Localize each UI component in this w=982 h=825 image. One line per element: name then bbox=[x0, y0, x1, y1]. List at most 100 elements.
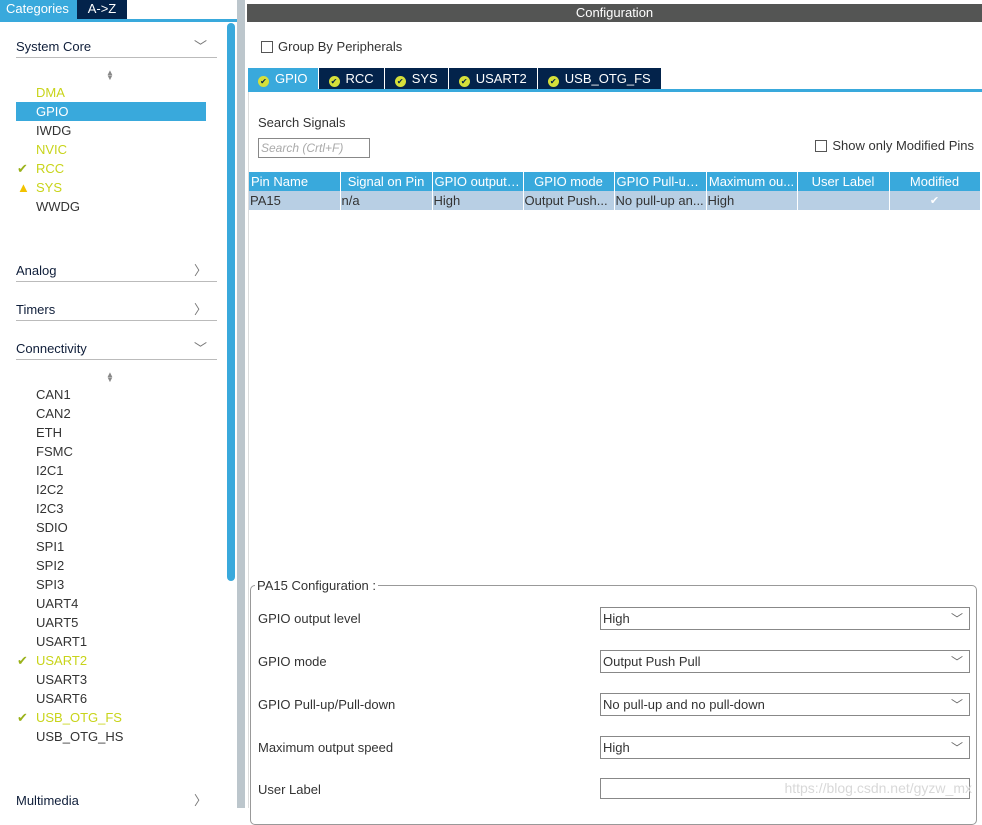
splitter[interactable] bbox=[237, 0, 245, 808]
sidebar-item-i2c2[interactable]: I2C2 bbox=[16, 480, 206, 499]
sidebar-item-can2[interactable]: CAN2 bbox=[16, 404, 206, 423]
sidebar-item-eth[interactable]: ETH bbox=[16, 423, 206, 442]
sidebar-item-label: I2C2 bbox=[36, 482, 64, 497]
sidebar-item-gpio[interactable]: GPIO bbox=[16, 102, 206, 121]
sidebar-item-iwdg[interactable]: IWDG bbox=[16, 121, 206, 140]
sidebar-item-nvic[interactable]: NVIC bbox=[16, 140, 206, 159]
sidebar-item-fsmc[interactable]: FSMC bbox=[16, 442, 206, 461]
table-cell bbox=[797, 191, 890, 210]
tab-sys[interactable]: ✔ SYS bbox=[384, 68, 449, 89]
chevron-down-icon: ﹀ bbox=[950, 741, 963, 755]
sidebar-item-label: SPI3 bbox=[36, 577, 65, 592]
section-system-core[interactable]: System Core ﹀ bbox=[16, 34, 217, 58]
section-label: Multimedia bbox=[16, 793, 79, 808]
check-icon: ✔ bbox=[17, 653, 28, 668]
section-analog[interactable]: Analog 〉 bbox=[16, 258, 217, 282]
sort-icon[interactable]: ▲ ▼ bbox=[106, 371, 114, 384]
pin-config-legend: PA15 Configuration : bbox=[255, 578, 378, 593]
column-header[interactable]: GPIO mode bbox=[523, 172, 615, 191]
tab-usb_otg_fs[interactable]: ✔ USB_OTG_FS bbox=[537, 68, 662, 89]
tab-usart2[interactable]: ✔ USART2 bbox=[448, 68, 538, 89]
sidebar-item-uart4[interactable]: UART4 bbox=[16, 594, 206, 613]
column-header[interactable]: Signal on Pin bbox=[340, 172, 433, 191]
sidebar-item-i2c1[interactable]: I2C1 bbox=[16, 461, 206, 480]
watermark: https://blog.csdn.net/gyzw_mx bbox=[784, 780, 972, 796]
section-label: Timers bbox=[16, 302, 56, 317]
sidebar-item-sys[interactable]: ▲ SYS bbox=[16, 178, 206, 197]
field-label: GPIO mode bbox=[258, 654, 327, 669]
sidebar-item-label: IWDG bbox=[36, 123, 72, 138]
gpio-output-level-select[interactable]: High ﹀ bbox=[600, 607, 970, 630]
sidebar-item-label: I2C1 bbox=[36, 463, 64, 478]
tab-a-z[interactable]: A->Z bbox=[77, 0, 127, 19]
configuration-title: Configuration bbox=[247, 4, 982, 22]
sidebar-item-label: ETH bbox=[36, 425, 62, 440]
field-label: GPIO output level bbox=[258, 611, 361, 626]
column-header[interactable]: User Label bbox=[797, 172, 890, 191]
chevron-right-icon: 〉 bbox=[193, 263, 207, 278]
section-label: Analog bbox=[16, 263, 57, 278]
sort-icon[interactable]: ▲ ▼ bbox=[106, 69, 114, 82]
sidebar-item-uart5[interactable]: UART5 bbox=[16, 613, 206, 632]
field-value: No pull-up and no pull-down bbox=[603, 697, 765, 712]
tab-rcc[interactable]: ✔ RCC bbox=[318, 68, 385, 89]
checkbox-label: Group By Peripherals bbox=[278, 39, 403, 54]
chevron-down-icon: ﹀ bbox=[950, 612, 963, 626]
sidebar-item-usart6[interactable]: USART6 bbox=[16, 689, 206, 708]
modified-checkbox[interactable]: ✔ bbox=[889, 191, 981, 210]
sidebar-item-usart3[interactable]: USART3 bbox=[16, 670, 206, 689]
gpio-mode-select[interactable]: Output Push Pull ﹀ bbox=[600, 650, 970, 673]
column-header[interactable]: GPIO Pull-up... bbox=[614, 172, 707, 191]
sidebar-item-label: CAN2 bbox=[36, 406, 71, 421]
tab-gpio[interactable]: ✔ GPIO bbox=[248, 68, 319, 89]
sidebar-item-usb_otg_fs[interactable]: ✔ USB_OTG_FS bbox=[16, 708, 206, 727]
table-cell: High bbox=[706, 191, 798, 210]
check-circle-icon: ✔ bbox=[258, 76, 269, 87]
section-label: System Core bbox=[16, 39, 92, 54]
field-label: User Label bbox=[258, 782, 321, 797]
show-only-modified-checkbox[interactable]: Show only Modified Pins bbox=[815, 138, 974, 153]
search-input[interactable]: Search (Crtl+F) bbox=[258, 138, 370, 158]
sidebar-item-dma[interactable]: DMA bbox=[16, 83, 206, 102]
checkbox-icon bbox=[815, 140, 828, 152]
gpio-pull-up-pull-down-select[interactable]: No pull-up and no pull-down ﹀ bbox=[600, 693, 970, 716]
column-header[interactable]: Pin Name bbox=[249, 172, 341, 191]
sidebar-item-usart2[interactable]: ✔ USART2 bbox=[16, 651, 206, 670]
group-by-peripherals-checkbox[interactable]: Group By Peripherals bbox=[261, 39, 402, 54]
sidebar-item-label: USART1 bbox=[36, 634, 88, 649]
sidebar-item-label: NVIC bbox=[36, 142, 68, 157]
chevron-right-icon: 〉 bbox=[193, 793, 207, 808]
section-multimedia[interactable]: Multimedia 〉 bbox=[16, 788, 217, 812]
sidebar-item-label: FSMC bbox=[36, 444, 73, 459]
sidebar-item-label: I2C3 bbox=[36, 501, 64, 516]
table-cell: Output Push... bbox=[523, 191, 615, 210]
column-header[interactable]: Maximum ou... bbox=[706, 172, 798, 191]
table-cell: High bbox=[432, 191, 524, 210]
sidebar-item-label: SDIO bbox=[36, 520, 68, 535]
sidebar-item-i2c3[interactable]: I2C3 bbox=[16, 499, 206, 518]
sidebar-item-usart1[interactable]: USART1 bbox=[16, 632, 206, 651]
sidebar-item-usb_otg_hs[interactable]: USB_OTG_HS bbox=[16, 727, 206, 746]
tab-underline bbox=[0, 19, 237, 22]
column-header[interactable]: Modified bbox=[889, 172, 981, 191]
tab-label: GPIO bbox=[275, 71, 308, 86]
table-cell: No pull-up an... bbox=[614, 191, 707, 210]
sidebar-item-spi1[interactable]: SPI1 bbox=[16, 537, 206, 556]
section-connectivity[interactable]: Connectivity ﹀ bbox=[16, 336, 217, 360]
section-timers[interactable]: Timers 〉 bbox=[16, 297, 217, 321]
sidebar-item-spi2[interactable]: SPI2 bbox=[16, 556, 206, 575]
table-row[interactable]: PA15 n/a High Output Push... No pull-up an..… bbox=[249, 191, 981, 210]
sidebar-item-wwdg[interactable]: WWDG bbox=[16, 197, 206, 216]
scrollbar[interactable] bbox=[227, 23, 235, 581]
sidebar-item-spi3[interactable]: SPI3 bbox=[16, 575, 206, 594]
maximum-output-speed-select[interactable]: High ﹀ bbox=[600, 736, 970, 759]
configuration-panel: Configuration Group By Peripherals ✔ GPIO… bbox=[245, 0, 982, 825]
sidebar-item-can1[interactable]: CAN1 bbox=[16, 385, 206, 404]
sidebar-item-sdio[interactable]: SDIO bbox=[16, 518, 206, 537]
search-signals-label: Search Signals bbox=[258, 115, 346, 130]
sidebar-item-rcc[interactable]: ✔ RCC bbox=[16, 159, 206, 178]
column-header[interactable]: GPIO output ... bbox=[432, 172, 524, 191]
tab-label: RCC bbox=[345, 71, 374, 86]
chevron-down-icon: ﹀ bbox=[950, 698, 963, 712]
tab-categories[interactable]: Categories bbox=[0, 0, 77, 19]
